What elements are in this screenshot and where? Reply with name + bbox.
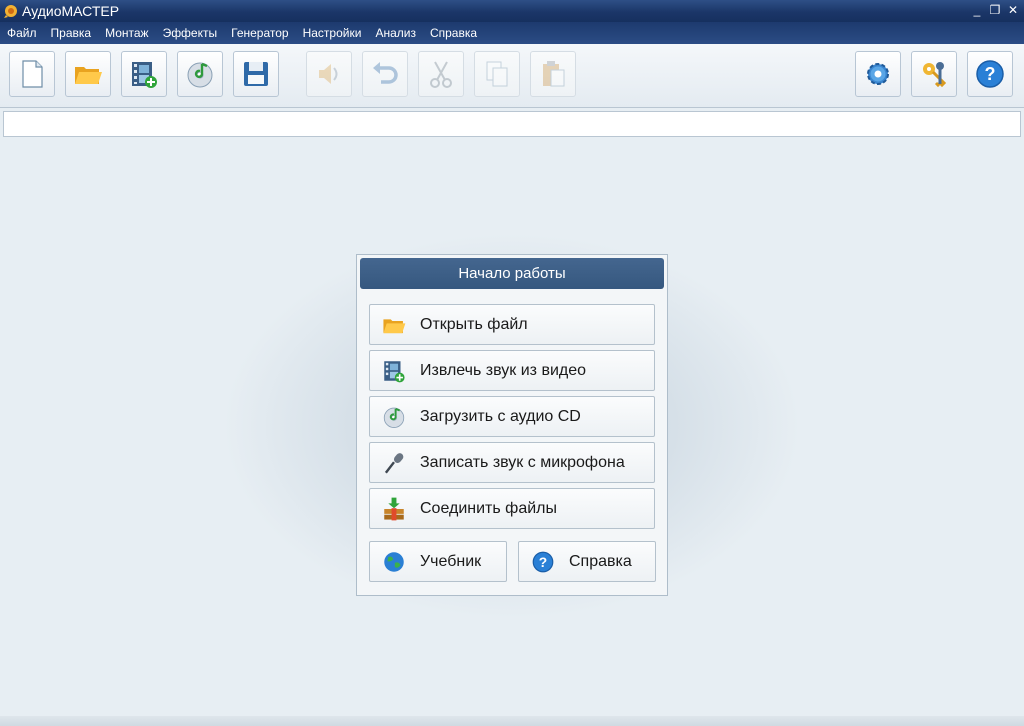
undo-button[interactable] <box>362 51 408 97</box>
extract-video-button[interactable] <box>121 51 167 97</box>
save-button[interactable] <box>233 51 279 97</box>
menu-settings[interactable]: Настройки <box>296 22 369 44</box>
extract-video-icon <box>132 62 157 88</box>
svg-text:?: ? <box>985 64 996 84</box>
title-bar: АудиоМАСТЕР _ ❐ ✕ <box>0 0 1024 22</box>
audio-cd-icon <box>187 62 213 88</box>
app-logo-icon <box>3 3 19 19</box>
open-file-action-button[interactable]: Открыть файл <box>369 304 655 345</box>
open-folder-icon <box>75 67 102 84</box>
registration-keys-button[interactable] <box>911 51 957 97</box>
status-strip <box>0 716 1024 726</box>
menu-generator[interactable]: Генератор <box>224 22 295 44</box>
info-bar <box>3 111 1021 137</box>
menu-edit[interactable]: Правка <box>44 22 99 44</box>
load-cd-action-button[interactable]: Загрузить с аудио CD <box>369 396 655 437</box>
cut-icon <box>430 61 452 88</box>
paste-icon <box>543 61 565 87</box>
new-file-icon <box>22 60 43 88</box>
save-icon <box>244 62 268 86</box>
help-icon: ? <box>529 548 557 576</box>
menu-effects[interactable]: Эффекты <box>156 22 225 44</box>
open-file-button[interactable] <box>65 51 111 97</box>
menu-bar: Файл Правка Монтаж Эффекты Генератор Нас… <box>0 22 1024 44</box>
minimize-button[interactable]: _ <box>970 2 984 18</box>
new-file-button[interactable] <box>9 51 55 97</box>
paste-button[interactable] <box>530 51 576 97</box>
copy-icon <box>486 61 508 87</box>
menu-analysis[interactable]: Анализ <box>368 22 423 44</box>
microphone-icon <box>380 449 408 477</box>
window-title: АудиоМАСТЕР <box>22 3 120 19</box>
keys-icon <box>923 62 947 88</box>
menu-montage[interactable]: Монтаж <box>98 22 156 44</box>
open-file-label: Открыть файл <box>420 315 528 333</box>
start-panel: Начало работы Открыть файл Извлечь звук … <box>356 254 668 596</box>
menu-file[interactable]: Файл <box>0 22 44 44</box>
tutorial-label: Учебник <box>420 552 482 570</box>
help-icon: ? <box>976 60 1004 88</box>
tutorial-button[interactable]: Учебник <box>369 541 507 582</box>
load-cd-label: Загрузить с аудио CD <box>420 407 581 425</box>
join-files-label: Соединить файлы <box>420 499 557 517</box>
undo-icon <box>373 62 398 84</box>
extract-audio-action-button[interactable]: Извлечь звук из видео <box>369 350 655 391</box>
extract-audio-label: Извлечь звук из видео <box>420 361 587 379</box>
help-action-label: Справка <box>569 552 632 570</box>
cut-button[interactable] <box>418 51 464 97</box>
settings-button[interactable] <box>855 51 901 97</box>
svg-text:?: ? <box>539 553 547 569</box>
start-panel-title: Начало работы <box>360 258 664 289</box>
audio-cd-icon <box>380 403 408 431</box>
open-folder-icon <box>380 311 408 339</box>
help-action-button[interactable]: ? Справка <box>518 541 656 582</box>
join-files-icon <box>380 495 408 523</box>
settings-gear-icon <box>867 63 889 85</box>
restore-button[interactable]: ❐ <box>988 2 1002 18</box>
join-files-action-button[interactable]: Соединить файлы <box>369 488 655 529</box>
menu-help[interactable]: Справка <box>423 22 484 44</box>
audio-cd-button[interactable] <box>177 51 223 97</box>
globe-icon <box>380 548 408 576</box>
record-microphone-action-button[interactable]: Записать звук с микрофона <box>369 442 655 483</box>
extract-video-icon <box>380 357 408 385</box>
help-button[interactable]: ? <box>967 51 1013 97</box>
close-button[interactable]: ✕ <box>1006 2 1020 18</box>
toolbar: ? <box>0 44 1024 108</box>
copy-button[interactable] <box>474 51 520 97</box>
record-microphone-label: Записать звук с микрофона <box>420 453 625 471</box>
speaker-icon <box>319 64 338 84</box>
speaker-button[interactable] <box>306 51 352 97</box>
